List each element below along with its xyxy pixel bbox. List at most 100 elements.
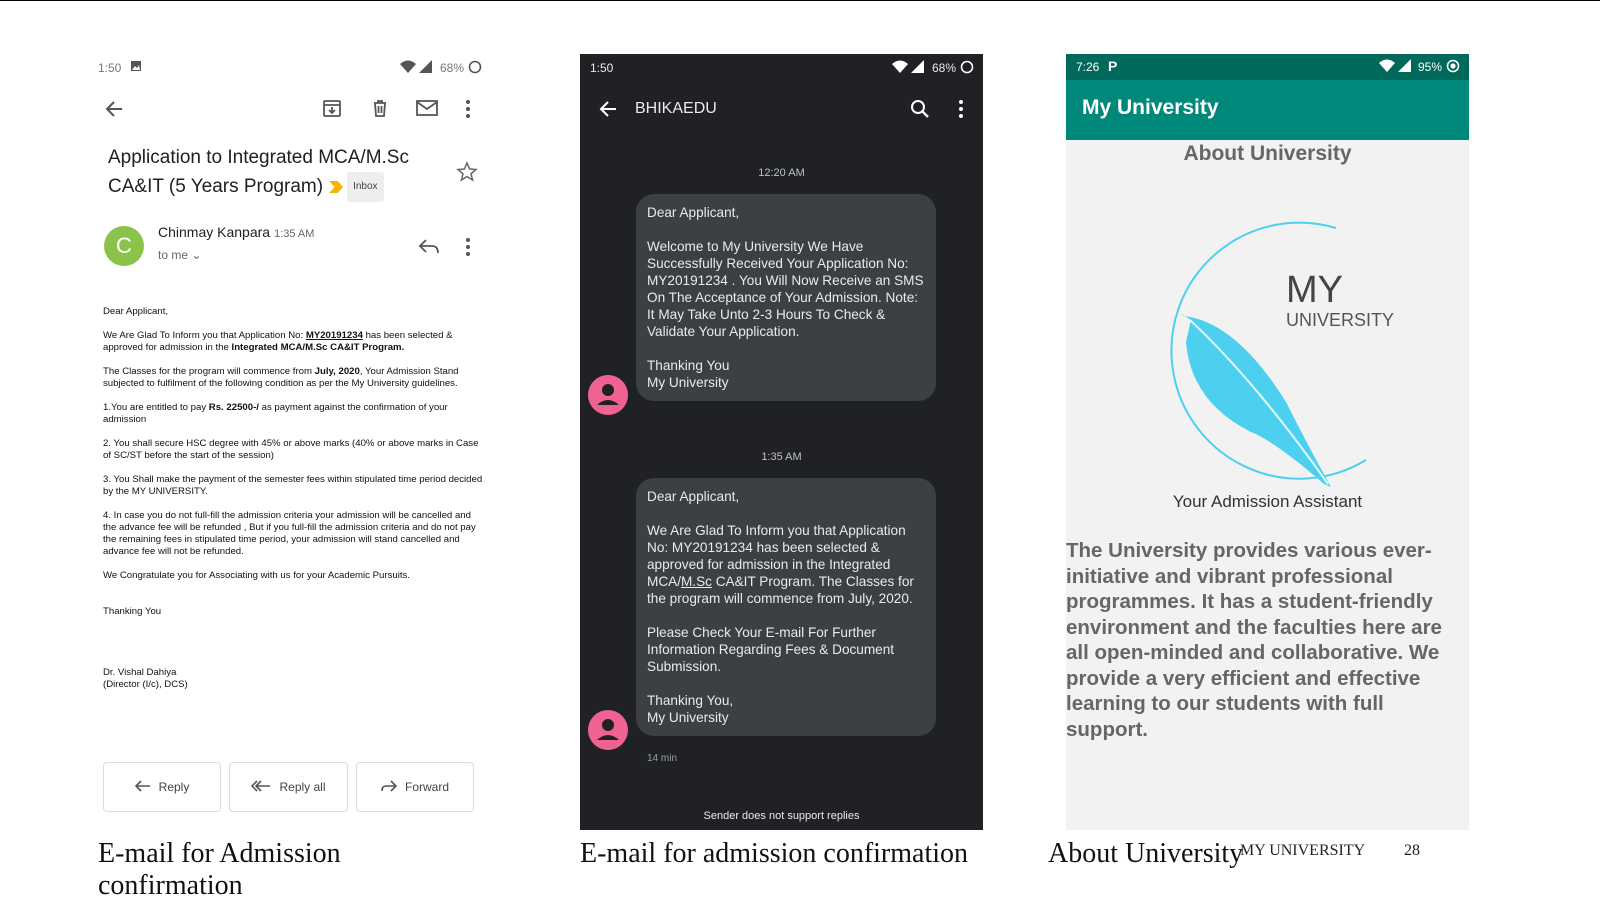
- email-time: 1:35 AM: [274, 228, 315, 240]
- body-greeting: Dear Applicant,: [103, 306, 169, 317]
- message-signature: Thanking You My University: [647, 357, 925, 391]
- condition-2: 2. You shall secure HSC degree with 45% …: [103, 438, 479, 461]
- closing: Thanking You: [103, 606, 162, 617]
- signer-title: (Director (I/c), DCS): [103, 679, 188, 690]
- battery-icon: [960, 60, 974, 74]
- recipient-toggle[interactable]: to me ⌄: [158, 248, 201, 262]
- status-time: 1:50: [590, 61, 614, 75]
- signature-line: My University: [647, 375, 729, 390]
- no-reply-notice: Sender does not support replies: [703, 810, 860, 822]
- caption-email-admission: E-mail for Admission confirmation: [98, 838, 341, 900]
- archive-icon[interactable]: [322, 98, 342, 118]
- forward-button[interactable]: Forward: [356, 762, 474, 812]
- signal-icon: [419, 60, 432, 73]
- message-greeting: Dear Applicant,: [647, 205, 740, 220]
- reply-button[interactable]: Reply: [103, 762, 221, 812]
- inbox-label[interactable]: Inbox: [347, 172, 384, 202]
- status-time: 1:50: [98, 61, 122, 75]
- message-link[interactable]: M.Sc: [681, 574, 712, 589]
- message-age: 14 min: [647, 753, 678, 764]
- gmail-screenshot: 1:50 68% Application to Integrated MCA/M…: [88, 54, 492, 840]
- condition-4: 4. In case you do not full-fill the admi…: [103, 510, 476, 557]
- message-signature: Thanking You, My University: [647, 692, 925, 726]
- recipient-text: to me: [158, 248, 189, 262]
- reply-icon[interactable]: [418, 237, 440, 255]
- sms-screenshot: 1:50 68% BHIKAEDU 12:20 AM Dear Applican…: [580, 54, 983, 830]
- body-text: 1.You are entitled to pay: [103, 402, 209, 413]
- app-tagline: Your Admission Assistant: [1172, 492, 1363, 511]
- reply-all-button[interactable]: Reply all: [229, 762, 348, 812]
- image-notification-icon: [130, 60, 142, 72]
- email-body: Dear Applicant, We Are Glad To Inform yo…: [103, 306, 485, 691]
- program-name: Integrated MCA/M.Sc CA&IT Program.: [231, 342, 405, 353]
- status-bar: 1:50 68%: [580, 54, 983, 84]
- more-options-icon[interactable]: [464, 99, 472, 119]
- fee-amount: Rs. 22500-/: [208, 402, 259, 413]
- body-text: The Classes for the program will commenc…: [103, 366, 315, 377]
- email-subject: Application to Integrated MCA/M.Sc CA&IT…: [108, 144, 428, 202]
- university-logo: MY UNIVERSITY: [1136, 212, 1406, 492]
- chevron-down-icon: ⌄: [191, 248, 202, 262]
- forward-label: Forward: [404, 780, 449, 794]
- reply-label: Reply: [158, 780, 190, 794]
- search-icon[interactable]: [910, 99, 930, 119]
- body-text: We Are Glad To Inform you that Applicati…: [103, 330, 306, 341]
- congratulations: We Congratulate you for Associating with…: [103, 570, 410, 581]
- important-marker-icon[interactable]: [329, 181, 344, 193]
- mail-icon[interactable]: [416, 99, 438, 117]
- reply-all-icon: [251, 779, 271, 795]
- caption-line: E-mail for Admission: [98, 838, 341, 869]
- app-screenshot: 7:26 P 95% My University About Universit…: [1066, 54, 1469, 830]
- signature-line: My University: [647, 710, 729, 725]
- logo-university: UNIVERSITY: [1286, 310, 1394, 330]
- caption-about-university: About University: [1048, 838, 1244, 869]
- more-options-icon[interactable]: [957, 99, 965, 119]
- caption-email-confirmation: E-mail for admission confirmation: [580, 838, 969, 869]
- footer-org: MY UNIVERSITY: [1240, 842, 1366, 859]
- contact-avatar[interactable]: [588, 375, 628, 415]
- university-description: The University provides various ever-ini…: [1066, 539, 1442, 741]
- message-timestamp: 1:35 AM: [761, 451, 802, 463]
- app-title: My University: [1066, 80, 1469, 140]
- battery-percent: 68%: [440, 61, 465, 75]
- contact-avatar[interactable]: [588, 710, 628, 750]
- message-bubble[interactable]: Dear Applicant, Welcome to My University…: [636, 194, 936, 401]
- body-paragraph-2: The Classes for the program will commenc…: [103, 366, 485, 390]
- feather-logo-icon: MY UNIVERSITY: [1170, 221, 1394, 487]
- back-arrow-icon[interactable]: [598, 99, 618, 119]
- body-paragraph-1: We Are Glad To Inform you that Applicati…: [103, 330, 485, 354]
- top-rule: [0, 0, 1600, 1]
- condition-1: 1.You are entitled to pay Rs. 22500-/ as…: [103, 402, 485, 426]
- sender-name: Chinmay Kanpara: [158, 224, 271, 240]
- battery-icon: [468, 60, 482, 74]
- message-body: We Are Glad To Inform you that Applicati…: [647, 522, 925, 607]
- delete-icon[interactable]: [370, 98, 390, 118]
- star-icon[interactable]: [456, 161, 478, 183]
- message-more-icon[interactable]: [464, 237, 472, 257]
- signer-name: Dr. Vishal Dahiya: [103, 667, 177, 678]
- wifi-icon: [891, 60, 909, 74]
- sender-line: Chinmay Kanpara 1:35 AM: [158, 224, 314, 240]
- sender-avatar[interactable]: C: [104, 226, 144, 266]
- back-arrow-icon[interactable]: [104, 99, 124, 119]
- reply-button-icon: [134, 779, 151, 795]
- signal-icon: [911, 60, 924, 73]
- message-timestamp: 12:20 AM: [758, 167, 805, 179]
- status-time: 7:26: [1076, 60, 1100, 74]
- application-number: MY20191234: [305, 330, 363, 341]
- parking-notification-icon: P: [1108, 58, 1118, 74]
- logo-my: MY: [1286, 269, 1343, 311]
- conversation-title: BHIKAEDU: [635, 100, 717, 117]
- signature-line: Thanking You: [647, 358, 730, 373]
- status-bar: 1:50 68%: [88, 54, 492, 84]
- message-bubble[interactable]: Dear Applicant, We Are Glad To Inform yo…: [636, 478, 936, 736]
- page-heading: About University: [1183, 142, 1352, 165]
- battery-icon: [1446, 59, 1460, 73]
- forward-icon: [381, 779, 398, 795]
- battery-percent: 68%: [932, 61, 957, 75]
- wifi-icon: [399, 60, 417, 74]
- wifi-icon: [1378, 59, 1396, 73]
- page-number: 28: [1404, 842, 1420, 859]
- message-body-2: Please Check Your E-mail For Further Inf…: [647, 625, 895, 674]
- slide: 1:50 68% Application to Integrated MCA/M…: [0, 0, 1600, 900]
